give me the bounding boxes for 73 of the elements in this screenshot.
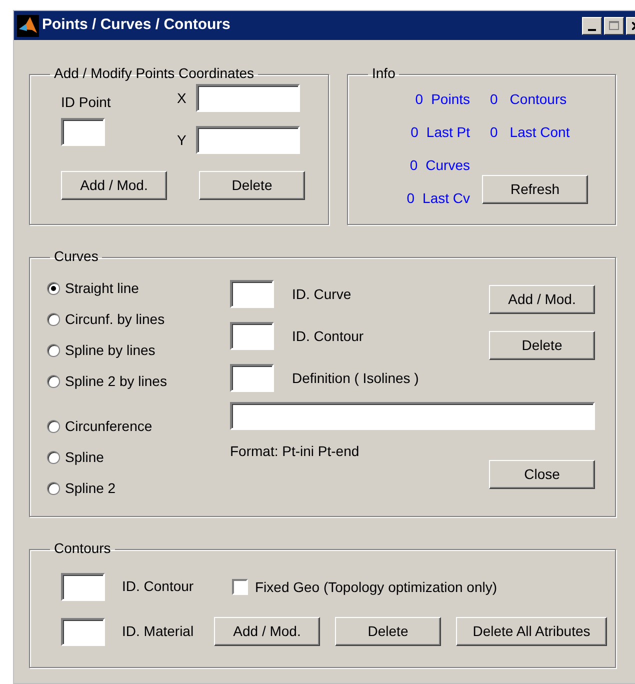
field-label: X xyxy=(177,88,186,108)
input-field[interactable] xyxy=(61,618,105,646)
info-label: Last Cont xyxy=(510,123,570,142)
field-label: Y xyxy=(177,130,186,150)
push-button[interactable]: Add / Mod. xyxy=(489,285,595,314)
radio-label: Spline xyxy=(65,448,104,467)
count-value: 0 xyxy=(406,189,415,208)
group-title: Curves xyxy=(54,248,98,264)
push-button[interactable]: Delete xyxy=(489,331,595,360)
radio-button[interactable] xyxy=(47,482,60,495)
radio-option[interactable]: Circunf. by lines xyxy=(47,304,230,335)
radio-option[interactable]: Spline 2 xyxy=(47,473,230,504)
maximize-icon xyxy=(609,21,619,30)
count-value: 0 xyxy=(410,123,418,142)
input-field[interactable] xyxy=(196,126,300,154)
field-label: ID. Contour xyxy=(122,578,194,594)
minimize-icon xyxy=(588,28,596,30)
field-label: ID. Material xyxy=(122,622,194,638)
group-title: Contours xyxy=(54,540,111,556)
input-field[interactable] xyxy=(230,364,274,392)
count-value: 0 xyxy=(410,156,418,175)
info-label: Last Pt xyxy=(426,123,470,142)
input-field[interactable] xyxy=(230,280,274,308)
input-field[interactable] xyxy=(196,84,300,112)
window-title: Points / Curves / Contours xyxy=(42,15,230,36)
app-logo-icon xyxy=(17,14,39,36)
count-value: 0 xyxy=(490,123,498,142)
minimize-button[interactable] xyxy=(582,16,602,34)
checkbox-label: Fixed Geo (Topology optimization only) xyxy=(255,578,498,597)
field-label: ID. Contour xyxy=(292,326,364,346)
input-field[interactable] xyxy=(61,118,105,146)
radio-label: Spline 2 xyxy=(65,479,116,498)
push-button[interactable]: Delete xyxy=(335,617,441,646)
push-button[interactable]: Delete All Atributes xyxy=(456,617,607,646)
radio-button[interactable] xyxy=(47,344,60,357)
push-button[interactable]: Add / Mod. xyxy=(61,171,167,200)
radio-option[interactable]: Spline xyxy=(47,442,230,473)
radio-label: Spline 2 by lines xyxy=(65,372,167,391)
radio-label: Spline by lines xyxy=(65,341,156,360)
radio-label: Circunf. by lines xyxy=(65,310,165,329)
radio-button[interactable] xyxy=(47,313,60,326)
info-label: Last Cv xyxy=(422,189,470,208)
count-value: 0 xyxy=(415,90,424,109)
info-label: Points xyxy=(431,90,470,109)
push-button[interactable]: Add / Mod. xyxy=(214,617,320,646)
push-button[interactable]: Delete xyxy=(199,171,305,200)
info-label: Contours xyxy=(510,90,567,109)
format-hint: Format: Pt-ini Pt-end xyxy=(230,443,360,459)
push-button[interactable]: Refresh xyxy=(482,175,588,204)
input-field[interactable] xyxy=(230,402,595,430)
field-label: Definition ( Isolines ) xyxy=(292,368,419,388)
field-label: ID Point xyxy=(61,93,112,112)
field-label: ID. Curve xyxy=(292,284,352,304)
radio-option[interactable]: Spline by lines xyxy=(47,335,230,366)
radio-option[interactable]: Circunference xyxy=(47,411,230,442)
input-field[interactable] xyxy=(61,573,105,601)
group-title: Info xyxy=(372,65,396,81)
maximize-button[interactable] xyxy=(604,16,624,34)
radio-option[interactable]: Spline 2 by lines xyxy=(47,366,230,397)
radio-label: Circunference xyxy=(65,417,152,436)
push-button[interactable]: Close xyxy=(489,460,595,489)
input-field[interactable] xyxy=(230,322,274,350)
checkbox-option[interactable]: Fixed Geo (Topology optimization only) xyxy=(232,576,498,598)
checkbox[interactable] xyxy=(232,579,248,595)
radio-button[interactable] xyxy=(47,420,60,433)
group-title: Add / Modify Points Coordinates xyxy=(54,65,254,81)
radio-button[interactable] xyxy=(47,375,60,388)
radio-option[interactable]: Straight line xyxy=(47,273,230,304)
radio-label: Straight line xyxy=(65,279,139,298)
count-value: 0 xyxy=(490,90,498,109)
radio-button[interactable] xyxy=(47,282,60,295)
info-label: Curves xyxy=(426,156,470,175)
radio-button[interactable] xyxy=(47,451,60,464)
